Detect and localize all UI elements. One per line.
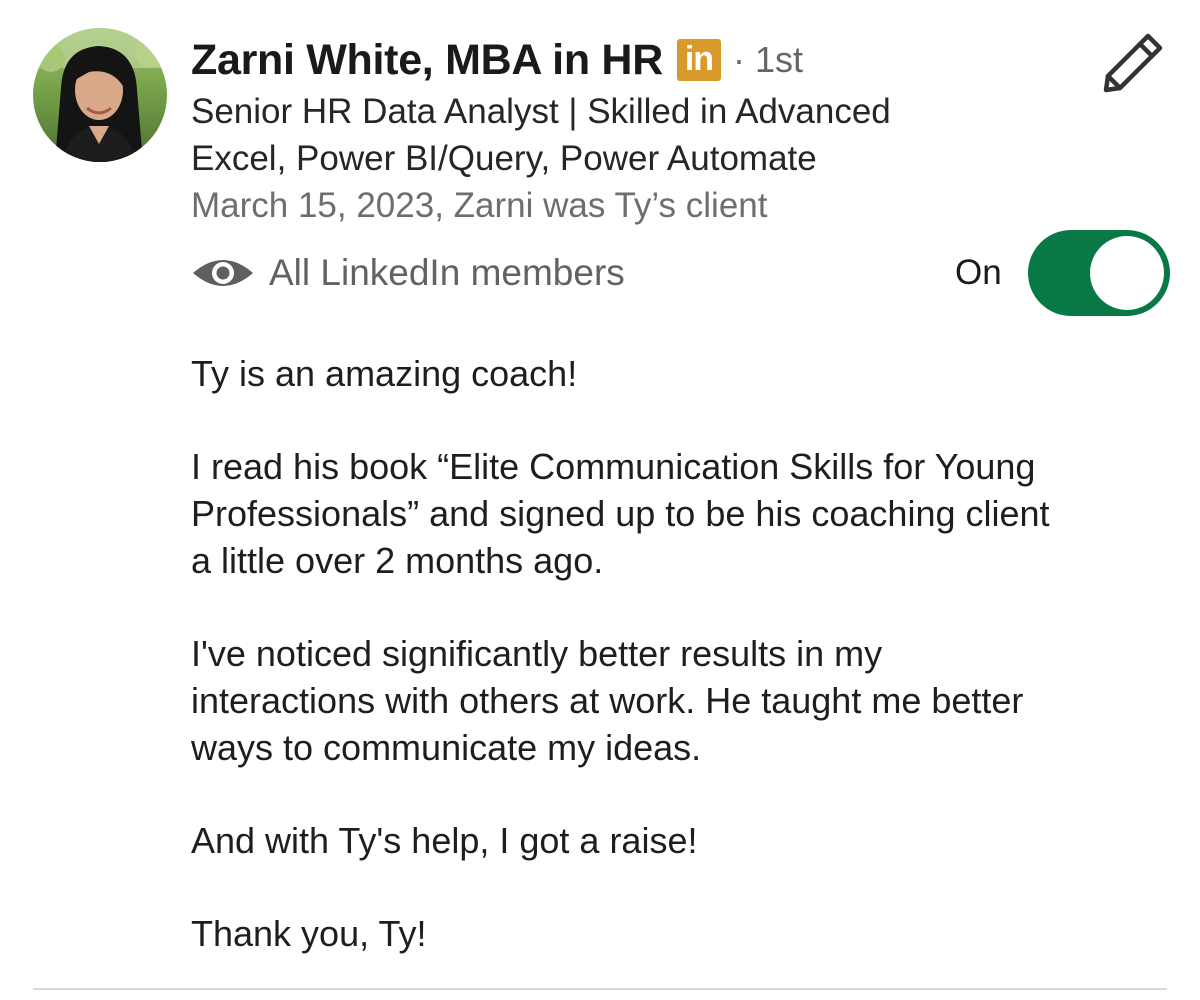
name-row: Zarni White, MBA in HR in · 1st [191,30,1071,90]
text-line: And with Ty's help, I got a raise! [191,820,698,861]
headline-line: Senior HR Data Analyst | Skilled in Adva… [191,92,891,131]
recommendation-text: Ty is an amazing coach! I read his book … [191,350,1181,1000]
recommendation-paragraph: I read his book “Elite Communication Ski… [191,443,1181,584]
toggle-label: On [955,253,1002,292]
edit-button[interactable] [1098,30,1166,94]
recommendation-card: Zarni White, MBA in HR in · 1st Senior H… [0,0,1200,1000]
visibility-row: All LinkedIn members [191,240,625,306]
visibility-toggle-row: On [955,229,1170,317]
visibility-toggle[interactable] [1027,230,1170,316]
pencil-icon [1103,33,1163,93]
headline-line: Excel, Power BI/Query, Power Automate [191,139,817,178]
recommendation-paragraph: I've noticed significantly better result… [191,630,1181,771]
connection-degree: · 1st [732,39,803,80]
recommender-header: Zarni White, MBA in HR in · 1st Senior H… [191,30,1071,229]
text-line: ways to communicate my ideas. [191,727,702,768]
text-line: interactions with others at work. He tau… [191,680,1024,721]
recommender-headline: Senior HR Data Analyst | Skilled in Adva… [191,88,1071,182]
text-line: a little over 2 months ago. [191,540,604,581]
text-line: Ty is an amazing coach! [191,353,578,394]
recommendation-paragraph: Ty is an amazing coach! [191,350,1181,397]
text-line: I read his book “Elite Communication Ski… [191,446,1036,487]
recommendation-paragraph: And with Ty's help, I got a raise! [191,817,1181,864]
avatar[interactable] [33,28,167,162]
profile-photo [33,28,167,162]
text-line: I've noticed significantly better result… [191,633,883,674]
linkedin-icon: in [676,39,721,81]
divider [33,988,1167,990]
text-line: Thank you, Ty! [191,913,427,954]
visibility-label: All LinkedIn members [269,252,625,293]
toggle-knob [1089,236,1164,310]
recommender-name[interactable]: Zarni White, MBA in HR [191,36,663,85]
text-line: Professionals” and signed up to be his c… [191,493,1050,534]
relationship-text: March 15, 2023, Zarni was Ty’s client [191,186,768,225]
recommendation-paragraph: Thank you, Ty! [191,910,1181,957]
eye-icon [193,260,253,286]
